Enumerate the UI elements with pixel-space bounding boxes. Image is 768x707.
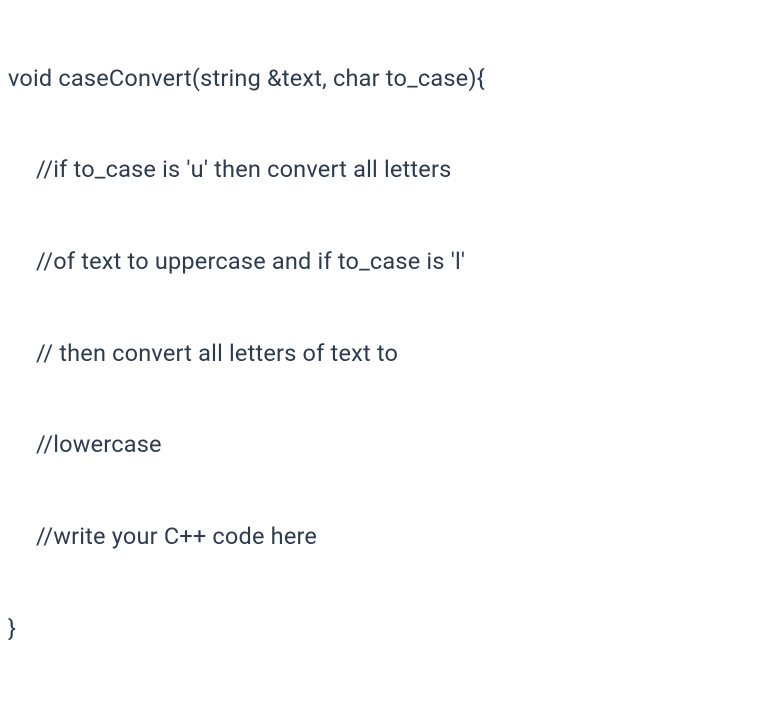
code-snippet: void caseConvert(string &text, char to_c… [8,10,760,697]
code-line-comment: //of text to uppercase and if to_case is… [8,239,760,285]
code-line-comment: //write your C++ code here [8,514,760,560]
code-line-comment: // then convert all letters of text to [8,331,760,377]
code-line-close-brace: } [8,606,760,652]
code-line-comment: //lowercase [8,422,760,468]
code-line-signature: void caseConvert(string &text, char to_c… [8,56,760,102]
code-line-comment: //if to_case is 'u' then convert all let… [8,147,760,193]
